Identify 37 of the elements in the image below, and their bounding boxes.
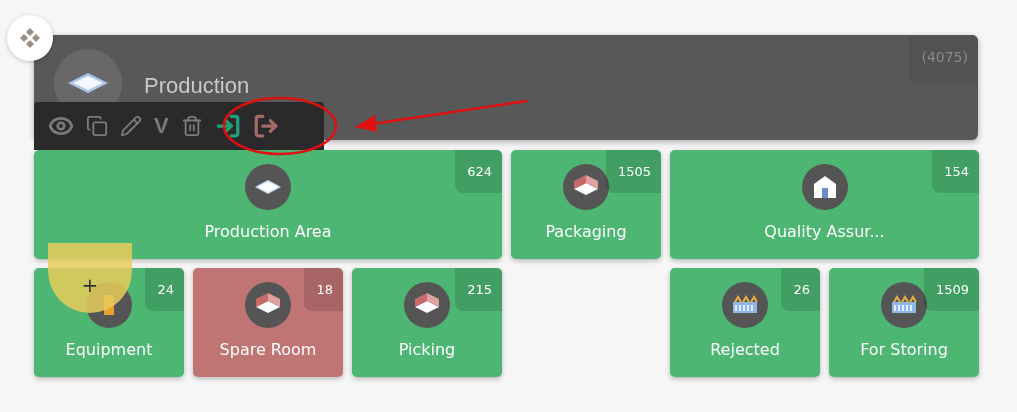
tile-name: Packaging: [545, 222, 627, 241]
area-tile[interactable]: Packaging 1505: [511, 150, 661, 259]
tile-name: Production Area: [204, 222, 332, 241]
tile-name: Rejected: [710, 340, 780, 359]
area-tile[interactable]: Production Area 624: [34, 150, 502, 259]
header-count: (4075): [909, 35, 978, 85]
factory-icon: [890, 295, 918, 315]
tile-count: 215: [455, 268, 502, 311]
building-icon: [811, 174, 838, 200]
tile-count: 1509: [923, 268, 979, 311]
copy-icon[interactable]: [86, 115, 108, 137]
edit-icon[interactable]: [120, 115, 142, 137]
tile-name: Spare Room: [219, 340, 317, 359]
area-tile[interactable]: Rejected 26: [670, 268, 820, 377]
tile-name: Equipment: [65, 340, 153, 359]
delete-icon[interactable]: [180, 115, 203, 137]
tile-name: Quality Assur...: [764, 222, 885, 241]
area-tile[interactable]: For Storing 1509: [829, 268, 979, 377]
tile-name: For Storing: [860, 340, 948, 359]
menu-button[interactable]: [7, 15, 53, 61]
sign-in-icon[interactable]: [214, 113, 241, 139]
tile-count: 24: [145, 268, 184, 311]
header-title: Production: [144, 73, 250, 99]
area-tile[interactable]: Quality Assur... 154: [670, 150, 979, 259]
factory-icon: [731, 295, 759, 315]
tile-count: 624: [455, 150, 502, 193]
tile-count: 154: [932, 150, 979, 193]
area-tile[interactable]: Picking 215: [352, 268, 502, 377]
diamond-grid-icon: [19, 27, 41, 49]
tile-count: 1505: [605, 150, 661, 193]
layer-icon: [253, 178, 283, 196]
tile-name: Picking: [398, 340, 456, 359]
version-button[interactable]: V: [154, 113, 169, 139]
tile-count: 26: [781, 268, 820, 311]
sign-out-icon[interactable]: [252, 113, 279, 139]
tile-count: 18: [304, 268, 343, 311]
area-tile[interactable]: Spare Room 18: [193, 268, 343, 377]
